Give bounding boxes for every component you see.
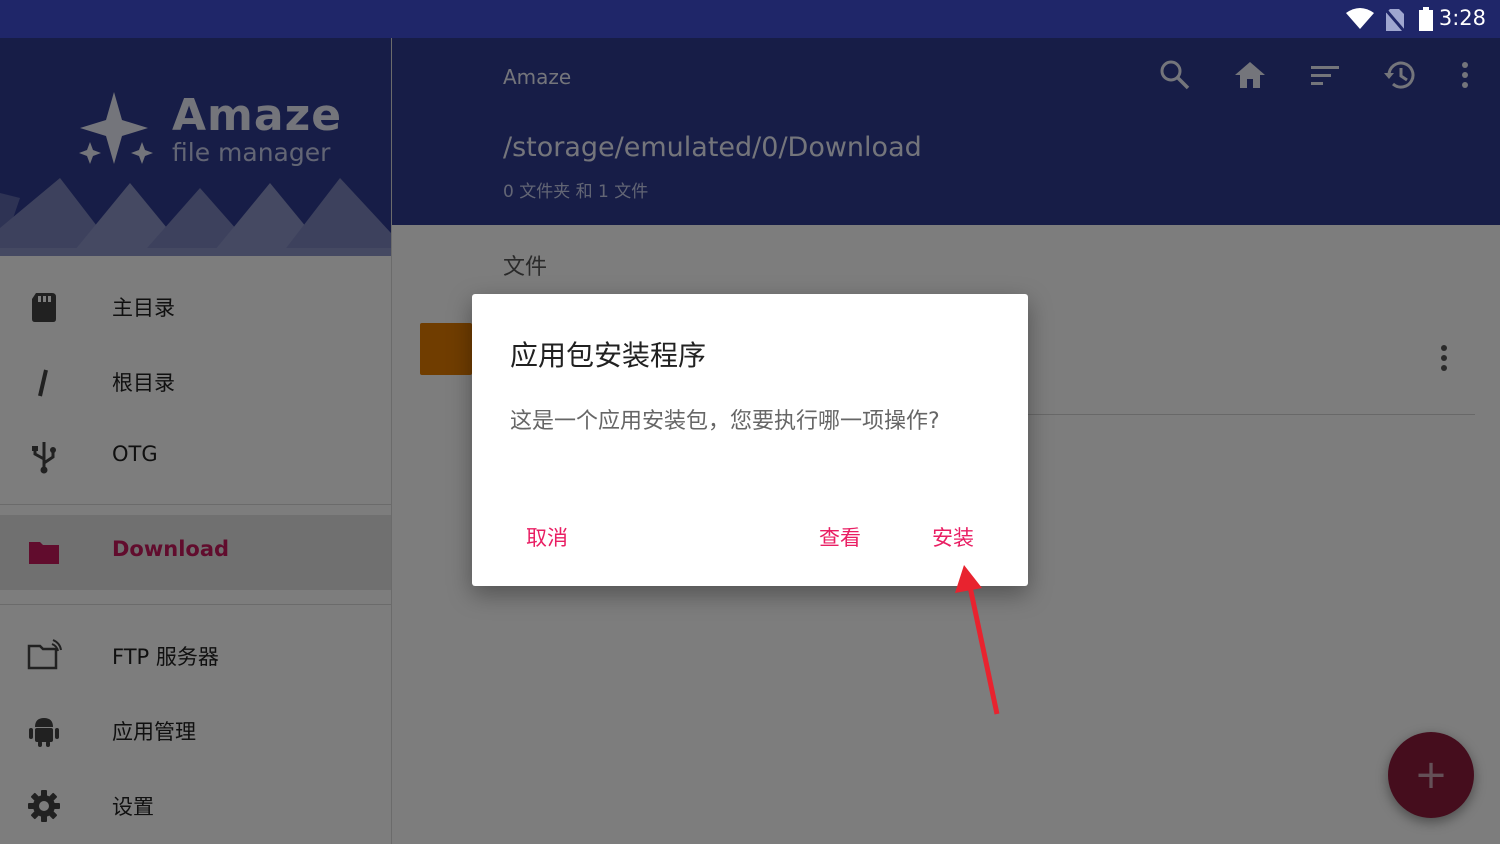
no-sim-icon [1385,9,1405,32]
battery-icon [1419,7,1433,31]
dialog-message: 这是一个应用安装包，您要执行哪一项操作? [510,409,940,434]
install-button[interactable]: 安装 [932,522,974,552]
wifi-icon [1346,8,1374,29]
apk-installer-dialog: 应用包安装程序 这是一个应用安装包，您要执行哪一项操作? 取消 查看 安装 [472,294,1028,586]
cancel-button[interactable]: 取消 [526,522,568,552]
clock: 3:28 [1438,6,1486,30]
status-bar: 3:28 [0,0,1500,38]
dialog-title: 应用包安装程序 [510,339,707,372]
annotation-arrow-icon [955,565,1000,715]
view-button[interactable]: 查看 [819,522,861,552]
